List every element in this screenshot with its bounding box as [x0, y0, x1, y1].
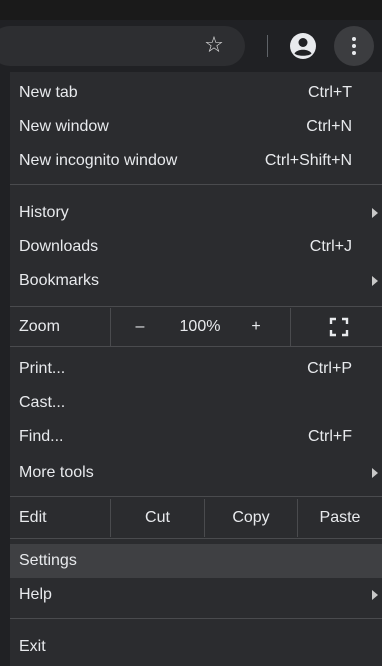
menu-item-label: More tools [19, 464, 94, 481]
submenu-arrow-icon [372, 468, 378, 478]
submenu-arrow-icon [372, 208, 378, 218]
star-outline-icon[interactable]: ☆ [201, 32, 227, 58]
menu-item-label: Find... [19, 428, 64, 445]
menu-separator [10, 496, 382, 497]
toolbar-divider [267, 35, 268, 57]
copy-button[interactable]: Copy [205, 499, 297, 537]
account-circle-icon[interactable] [289, 32, 317, 60]
title-bar [0, 0, 382, 20]
menu-item-label: Bookmarks [19, 272, 100, 289]
menu-item-label: Help [19, 586, 52, 603]
zoom-label: Zoom [19, 318, 60, 335]
menu-separator [10, 346, 382, 347]
zoom-out-button[interactable]: – [126, 308, 154, 346]
menu-item-label: History [19, 204, 69, 221]
paste-button[interactable]: Paste [298, 499, 382, 537]
menu-item-new-tab[interactable]: New tab Ctrl+T [10, 76, 382, 110]
zoom-divider [290, 308, 291, 346]
menu-item-more-tools[interactable]: More tools [10, 456, 382, 490]
zoom-divider [110, 308, 111, 346]
chrome-main-menu: New tab Ctrl+T New window Ctrl+N New inc… [10, 72, 382, 666]
submenu-arrow-icon [372, 276, 378, 286]
menu-item-label: Downloads [19, 238, 99, 255]
menu-item-shortcut: Ctrl+T [308, 84, 352, 101]
menu-item-exit[interactable]: Exit [10, 630, 382, 664]
menu-item-cast[interactable]: Cast... [10, 386, 382, 420]
menu-item-shortcut: Ctrl+F [308, 428, 352, 445]
menu-item-shortcut: Ctrl+J [309, 238, 352, 255]
menu-item-label: New window [19, 118, 109, 135]
menu-separator [10, 618, 382, 619]
menu-item-shortcut: Ctrl+N [306, 118, 352, 135]
menu-separator [10, 538, 382, 539]
menu-item-label: Exit [19, 638, 46, 655]
zoom-row: Zoom – 100% + [10, 308, 382, 346]
menu-item-label: Settings [19, 552, 77, 569]
edit-label: Edit [19, 509, 47, 526]
menu-item-label: New tab [19, 84, 78, 101]
browser-toolbar: ☆ [0, 20, 382, 72]
cut-button[interactable]: Cut [111, 499, 204, 537]
menu-item-shortcut: Ctrl+Shift+N [264, 152, 352, 169]
menu-item-history[interactable]: History [10, 196, 382, 230]
menu-item-help[interactable]: Help [10, 578, 382, 612]
menu-item-label: Cast... [19, 394, 66, 411]
menu-item-label: New incognito window [19, 152, 178, 169]
submenu-arrow-icon [372, 590, 378, 600]
menu-item-bookmarks[interactable]: Bookmarks [10, 264, 382, 298]
menu-item-find[interactable]: Find... Ctrl+F [10, 420, 382, 454]
menu-item-shortcut: Ctrl+P [307, 360, 352, 377]
menu-item-downloads[interactable]: Downloads Ctrl+J [10, 230, 382, 264]
edit-row: Edit Cut Copy Paste [10, 499, 382, 537]
menu-item-label: Print... [19, 360, 66, 377]
menu-item-new-window[interactable]: New window Ctrl+N [10, 110, 382, 144]
menu-item-print[interactable]: Print... Ctrl+P [10, 352, 382, 386]
menu-item-new-incognito-window[interactable]: New incognito window Ctrl+Shift+N [10, 144, 382, 178]
zoom-level: 100% [179, 318, 221, 335]
fullscreen-button[interactable] [316, 308, 362, 346]
browser-window: ☆ New tab Ctrl+T New window Ctrl+N New i… [0, 0, 382, 666]
zoom-in-button[interactable]: + [242, 308, 270, 346]
three-dot-menu-icon[interactable] [334, 26, 374, 66]
menu-separator [10, 184, 382, 185]
menu-separator [10, 306, 382, 307]
menu-item-settings[interactable]: Settings [10, 544, 382, 578]
fullscreen-icon [329, 317, 349, 336]
